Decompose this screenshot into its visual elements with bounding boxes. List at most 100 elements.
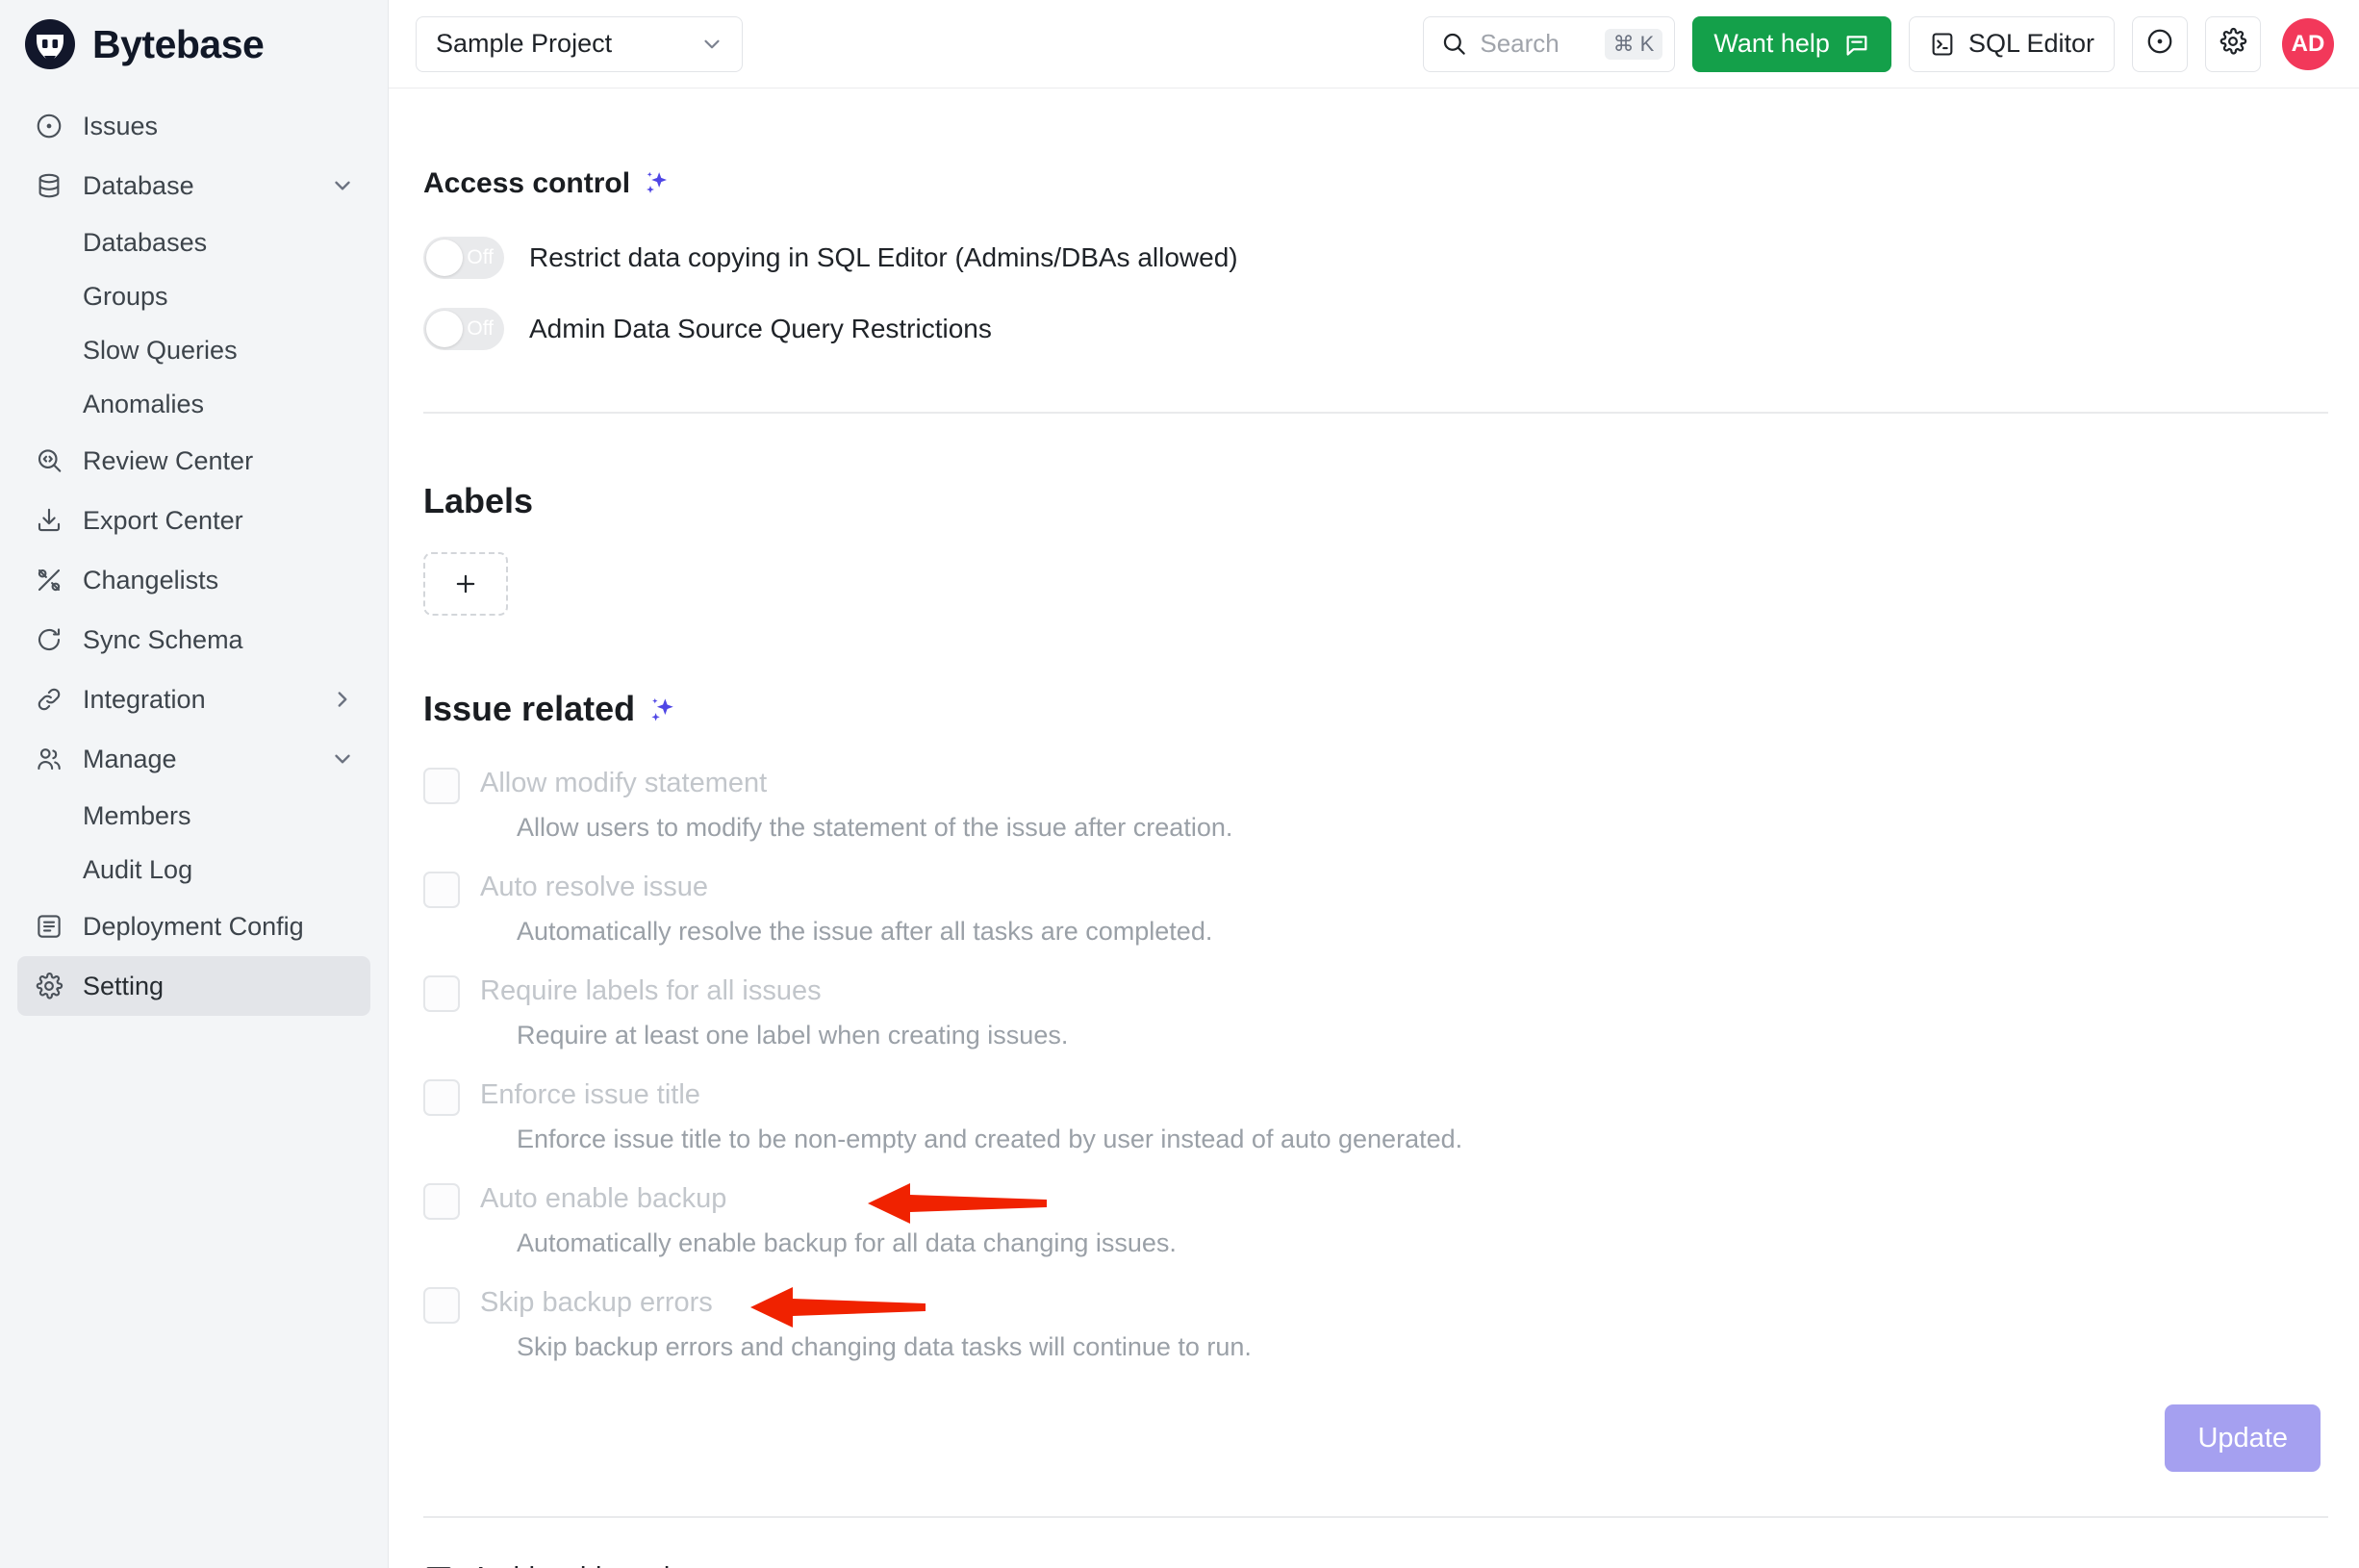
sql-editor-button[interactable]: SQL Editor [1908, 15, 2115, 72]
checkbox-row: Auto enable backup [423, 1183, 2328, 1224]
sidebar-item-issues[interactable]: Issues [17, 96, 370, 156]
checkbox-auto-enable-backup[interactable] [423, 1183, 460, 1220]
toggle-row-restrict-copy: Off Restrict data copying in SQL Editor … [423, 237, 2328, 279]
toggle-restrict-data-copying[interactable]: Off [423, 237, 504, 279]
archive-section: Archive this project [423, 1518, 2328, 1568]
checkbox-auto-resolve-issue[interactable] [423, 872, 460, 908]
sidebar-item-label: Deployment Config [83, 911, 304, 941]
checkbox-description: Automatically enable backup for all data… [517, 1228, 1177, 1257]
update-button[interactable]: Update [2165, 1404, 2321, 1472]
sidebar-item-slow-queries[interactable]: Slow Queries [17, 323, 370, 377]
issue-option-skip-backup-errors: Skip backup errors Skip backup errors an… [423, 1287, 2328, 1362]
sidebar-item-label: Sync Schema [83, 624, 243, 654]
checkbox-description: Enforce issue title to be non-empty and … [517, 1125, 1463, 1153]
sidebar-item-review-center[interactable]: Review Center [17, 431, 370, 491]
sidebar-item-deployment-config[interactable]: Deployment Config [17, 897, 370, 956]
checkbox-row: Require labels for all issues [423, 975, 2328, 1012]
gear-icon [2219, 27, 2247, 61]
page-title-access-control: Access control [423, 167, 631, 199]
search-icon [1441, 31, 1467, 57]
sidebar-item-label: Issues [83, 111, 159, 140]
settings-button[interactable] [2205, 15, 2261, 72]
checkbox-label: Require labels for all issues [480, 975, 822, 1006]
toggle-state-label: Off [467, 317, 494, 340]
archive-project-label: Archive this project [471, 1562, 707, 1568]
sidebar-item-label: Changelists [83, 565, 219, 594]
issue-related-section: Issue related Allow modify statement All… [423, 616, 2328, 1472]
sidebar-item-manage[interactable]: Manage [17, 729, 370, 789]
gear-icon [31, 968, 67, 1004]
sync-icon [31, 621, 67, 658]
want-help-label: Want help [1713, 29, 1830, 58]
sidebar-item-label: Members [83, 800, 191, 830]
checkbox-description: Automatically resolve the issue after al… [517, 917, 1213, 946]
sidebar-item-label: Groups [83, 281, 168, 311]
sidebar-item-setting[interactable]: Setting [17, 956, 370, 1016]
labels-title-row: Labels [423, 481, 2328, 521]
settings-content: Access control Off Restrict data copying… [389, 89, 2359, 1568]
chat-bubble-icon [1843, 31, 1870, 58]
sidebar-item-database[interactable]: Database [17, 156, 370, 215]
page-title-labels: Labels [423, 481, 534, 520]
plus-icon [456, 574, 475, 594]
project-selector[interactable]: Sample Project [416, 15, 743, 72]
target-circle-button[interactable] [2132, 15, 2188, 72]
checkbox-row: Allow modify statement [423, 768, 2328, 804]
brand[interactable]: Bytebase [0, 0, 388, 89]
sidebar-item-label: Anomalies [83, 389, 205, 418]
sidebar-item-integration[interactable]: Integration [17, 670, 370, 729]
archive-project-button[interactable]: Archive this project [423, 1562, 707, 1568]
chevron-down-icon[interactable] [330, 173, 355, 198]
sidebar-item-label: Review Center [83, 445, 254, 475]
sparkles-icon [642, 169, 671, 198]
toggle-knob [426, 311, 463, 347]
sidebar-item-members[interactable]: Members [17, 789, 370, 843]
sidebar-item-groups[interactable]: Groups [17, 269, 370, 323]
document-list-icon [31, 908, 67, 945]
checkbox-allow-modify-statement[interactable] [423, 768, 460, 804]
sidebar-item-label: Slow Queries [83, 335, 238, 365]
sidebar-item-sync-schema[interactable]: Sync Schema [17, 610, 370, 670]
access-control-title-row: Access control [423, 167, 2328, 200]
checkbox-row: Auto resolve issue [423, 872, 2328, 908]
sparkles-icon [647, 695, 675, 723]
chevron-down-icon [699, 32, 724, 57]
sidebar-item-label: Setting [83, 971, 165, 1000]
toggle-knob [426, 240, 463, 276]
topbar: Sample Project Search ⌘ K Want help SQL … [389, 0, 2359, 89]
link-icon [31, 681, 67, 718]
issue-option-require-labels: Require labels for all issues Require at… [423, 975, 2328, 1050]
users-icon [31, 741, 67, 777]
checkbox-label: Allow modify statement [480, 768, 768, 798]
add-label-button[interactable] [423, 552, 508, 616]
checkbox-require-labels-for-all-issues[interactable] [423, 975, 460, 1012]
topbar-actions: Search ⌘ K Want help SQL Editor AD [1423, 15, 2334, 72]
checkbox-enforce-issue-title[interactable] [423, 1079, 460, 1116]
checkbox-description: Allow users to modify the statement of t… [517, 813, 1233, 842]
checkbox-skip-backup-errors[interactable] [423, 1287, 460, 1324]
sidebar-item-changelists[interactable]: Changelists [17, 550, 370, 610]
sidebar-item-anomalies[interactable]: Anomalies [17, 377, 370, 431]
sidebar-item-audit-log[interactable]: Audit Log [17, 843, 370, 897]
target-circle-icon [2145, 27, 2174, 61]
sidebar-item-label: Export Center [83, 505, 243, 535]
terminal-icon [1929, 31, 1956, 58]
sidebar-item-export-center[interactable]: Export Center [17, 491, 370, 550]
avatar-initials: AD [2291, 30, 2325, 57]
page-title-issue-related: Issue related [423, 689, 636, 728]
sidebar-item-label: Audit Log [83, 854, 193, 884]
want-help-button[interactable]: Want help [1692, 15, 1891, 72]
checkbox-row: Skip backup errors [423, 1287, 2328, 1328]
search-placeholder: Search [1480, 29, 1560, 58]
chevron-down-icon[interactable] [330, 746, 355, 771]
main-area: Sample Project Search ⌘ K Want help SQL … [389, 0, 2359, 1568]
avatar[interactable]: AD [2282, 17, 2334, 70]
checkbox-label: Skip backup errors [480, 1287, 713, 1318]
sidebar-item-databases[interactable]: Databases [17, 215, 370, 269]
issue-option-allow-modify-statement: Allow modify statement Allow users to mo… [423, 768, 2328, 843]
toggle-admin-data-source-query-restrictions[interactable]: Off [423, 308, 504, 350]
chevron-right-icon[interactable] [330, 687, 355, 712]
toggle-label: Admin Data Source Query Restrictions [529, 314, 992, 343]
download-icon [31, 502, 67, 539]
search-input[interactable]: Search ⌘ K [1423, 15, 1676, 72]
